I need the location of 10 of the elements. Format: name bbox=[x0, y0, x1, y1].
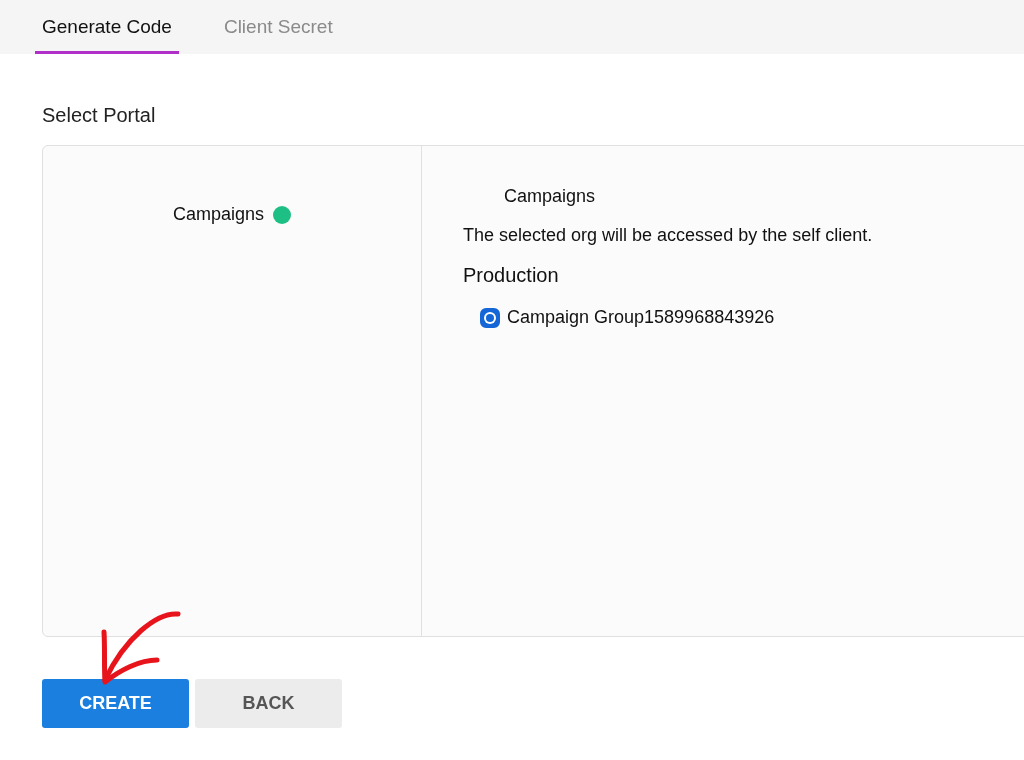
back-button[interactable]: BACK bbox=[195, 679, 342, 728]
description-text: The selected org will be accessed by the self client. bbox=[463, 225, 873, 246]
environment-label: Production bbox=[463, 264, 560, 287]
create-button[interactable]: CREATE bbox=[42, 679, 189, 728]
portal-item[interactable]: Campaigns bbox=[172, 204, 264, 225]
portal-title: Campaigns bbox=[504, 186, 597, 207]
tab[interactable]: Generate Code bbox=[35, 0, 179, 54]
section-title: Select Portal bbox=[42, 104, 157, 127]
radio-button[interactable] bbox=[480, 307, 500, 328]
org-option-label[interactable]: Campaign Group1589968843926 bbox=[507, 307, 775, 328]
